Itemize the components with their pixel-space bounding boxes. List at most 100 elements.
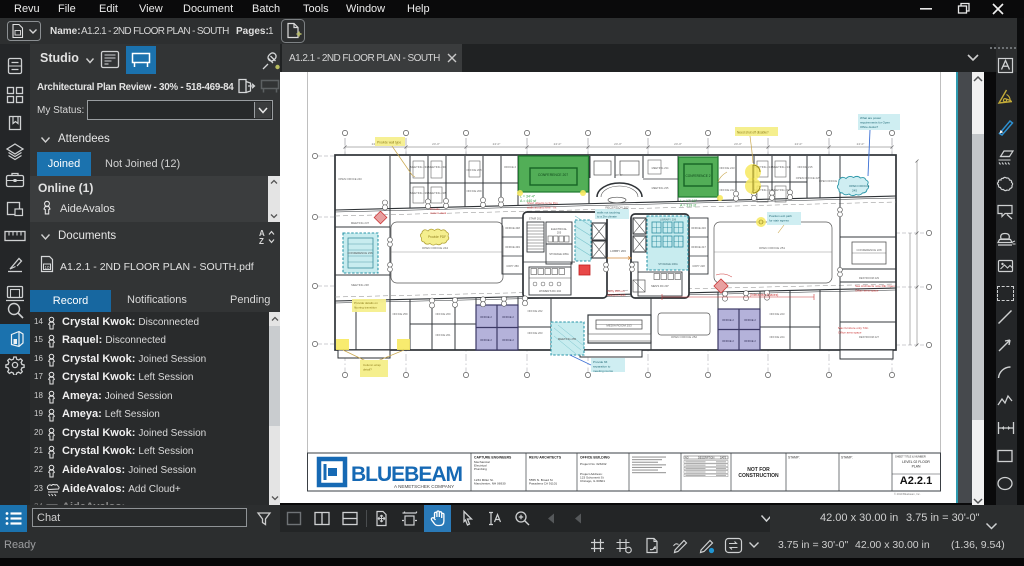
- svg-text:MEETING 235: MEETING 235: [652, 186, 669, 190]
- svg-text:MEETING 234: MEETING 234: [652, 166, 669, 170]
- svg-text:24'-0": 24'-0": [493, 142, 501, 146]
- svg-text:MEETING 230: MEETING 230: [428, 165, 446, 169]
- svg-text:24'-0": 24'-0": [857, 142, 865, 146]
- svg-text:10: 10: [45, 265, 51, 270]
- svg-text:MEETING 231: MEETING 231: [410, 165, 428, 169]
- svg-text:Need shut off disable?: Need shut off disable?: [737, 131, 769, 135]
- svg-text:A2.2.1: A2.2.1: [900, 475, 932, 487]
- svg-text:OFFICE 216: OFFICE 216: [691, 226, 706, 230]
- svg-text:OPEN OFFICE 251: OPEN OFFICE 251: [759, 246, 786, 250]
- svg-text:STAMP:: STAMP:: [788, 456, 800, 460]
- svg-text:OFFICE 2: OFFICE 2: [502, 315, 514, 319]
- svg-text:Pasadena CA 91101: Pasadena CA 91101: [529, 482, 557, 486]
- svg-text:Office area space: Office area space: [838, 331, 862, 335]
- svg-text:LIBRARY 209: LIBRARY 209: [660, 218, 677, 222]
- svg-text:What are power: What are power: [860, 116, 881, 120]
- svg-text:OFFICE 249: OFFICE 249: [505, 245, 520, 249]
- svg-text:COPY 250: COPY 250: [506, 264, 519, 268]
- svg-text:OFFICE 243: OFFICE 243: [719, 166, 735, 170]
- svg-text:OFFICE 248: OFFICE 248: [505, 226, 520, 230]
- svg-text:MEDIA ROOM 253: MEDIA ROOM 253: [606, 324, 632, 328]
- svg-text:separation to: separation to: [593, 365, 611, 369]
- svg-text:RESTROOM 227: RESTROOM 227: [859, 335, 880, 339]
- svg-text:DATE: DATE: [720, 457, 727, 460]
- svg-text:L = 34'-4": L = 34'-4": [520, 195, 536, 199]
- svg-text:OFFICE BUILDING: OFFICE BUILDING: [580, 456, 610, 460]
- svg-text:STAMP:: STAMP:: [841, 456, 853, 460]
- svg-text:OPEN OFFICE 240: OPEN OFFICE 240: [338, 177, 362, 181]
- svg-text:OFFICE 262: OFFICE 262: [527, 309, 543, 313]
- svg-text:24'-0": 24'-0": [795, 142, 803, 146]
- svg-text:L = 17'-10": L = 17'-10": [680, 199, 698, 203]
- svg-text:205: 205: [557, 231, 562, 235]
- svg-text:OPEN OFFICE: OPEN OFFICE: [849, 184, 869, 188]
- svg-text:OFFICE 2: OFFICE 2: [502, 338, 514, 342]
- svg-text:OFFICE 2: OFFICE 2: [744, 318, 756, 322]
- svg-text:OFFICE 261: OFFICE 261: [435, 333, 451, 337]
- svg-text:OFFICE 259: OFFICE 259: [392, 312, 408, 316]
- svg-text:MEN'S RC 207: MEN'S RC 207: [651, 284, 669, 288]
- svg-text:MEETING 229: MEETING 229: [410, 191, 428, 195]
- svg-text:STAIR 201: STAIR 201: [529, 217, 542, 221]
- svg-text:Column wrap: Column wrap: [363, 363, 381, 367]
- svg-text:OFFICE 2: OFFICE 2: [722, 318, 734, 322]
- svg-text:Position exit path: Position exit path: [769, 214, 792, 218]
- svg-text:for stair egress: for stair egress: [769, 219, 789, 223]
- svg-text:Max furniture only 72in: Max furniture only 72in: [838, 326, 869, 330]
- svg-text:requirements for Open: requirements for Open: [860, 121, 890, 125]
- svg-text:to a 2hr climate: to a 2hr climate: [597, 215, 617, 219]
- svg-text:OFFICE 2: OFFICE 2: [744, 339, 756, 343]
- svg-text:ELECTRICAL: ELECTRICAL: [551, 227, 568, 231]
- svg-text:Plumbing: Plumbing: [474, 467, 487, 471]
- svg-text:COPY 218: COPY 218: [692, 264, 705, 268]
- svg-text:MEETING 213: MEETING 213: [772, 165, 790, 169]
- svg-text:OPEN OFFICE: OPEN OFFICE: [819, 179, 837, 183]
- svg-text:Provide PDF: Provide PDF: [428, 235, 446, 239]
- svg-text:DESCRIPTION: DESCRIPTION: [698, 457, 715, 460]
- svg-text:Office desks?: Office desks?: [860, 125, 878, 129]
- svg-text:Project No: 323232: Project No: 323232: [580, 462, 607, 466]
- svg-text:RECEPTION 202: RECEPTION 202: [605, 206, 629, 210]
- svg-text:OFFICE 223: OFFICE 223: [769, 312, 785, 316]
- svg-text:STORAGE 205A: STORAGE 205A: [549, 252, 569, 256]
- svg-text:Z: Z: [259, 237, 264, 246]
- svg-text:MEETING 255: MEETING 255: [558, 337, 577, 341]
- svg-text:CONSTRUCTION: CONSTRUCTION: [738, 473, 779, 479]
- svg-text:OFFICE 217: OFFICE 217: [691, 245, 706, 249]
- svg-text:OPEN OFFICE 252: OPEN OFFICE 252: [671, 335, 698, 339]
- svg-text:PLAN: PLAN: [912, 465, 921, 469]
- svg-text:walls around here - fix: walls around here - fix: [527, 206, 557, 210]
- svg-text:meeting rooms: meeting rooms: [593, 369, 613, 373]
- svg-text:Short objects to be thin: Short objects to be thin: [527, 201, 558, 205]
- svg-text:OPEN OFFICE 244: OPEN OFFICE 244: [422, 246, 449, 250]
- svg-text:24'-0": 24'-0": [674, 142, 682, 146]
- svg-text:Provide wall type: Provide wall type: [377, 141, 401, 145]
- svg-text:Manchester, NH 06930: Manchester, NH 06930: [474, 482, 506, 486]
- svg-text:Provide 6ft: Provide 6ft: [593, 360, 608, 364]
- svg-text:OFFICE 263: OFFICE 263: [527, 331, 543, 335]
- svg-text:NO: NO: [685, 457, 689, 460]
- svg-text:24'-0": 24'-0": [614, 142, 622, 146]
- svg-text:CONFERENCE 228: CONFERENCE 228: [856, 248, 881, 252]
- svg-text:MEETING 228: MEETING 228: [428, 191, 446, 195]
- svg-text:OFFICE 209: OFFICE 209: [466, 189, 482, 193]
- svg-text:MEETING 237: MEETING 237: [351, 221, 370, 225]
- svg-text:CAPTURE ENGINEERS: CAPTURE ENGINEERS: [474, 456, 512, 460]
- svg-text:OFFICE 2: OFFICE 2: [722, 339, 734, 343]
- svg-text:OPEN OFFICE 225: OPEN OFFICE 225: [796, 176, 821, 180]
- svg-text:OFFICE 2: OFFICE 2: [504, 165, 517, 169]
- svg-text:See Architects note RE: Open: See Architects note RE: Open: [855, 284, 895, 288]
- svg-text:custom desk: custom desk: [430, 211, 447, 215]
- svg-text:24'-0": 24'-0": [554, 142, 562, 146]
- svg-text:STORAGE 206A: STORAGE 206A: [658, 262, 678, 266]
- svg-text:WOMEN'S RC 204: WOMEN'S RC 204: [539, 289, 562, 293]
- svg-text:OFFICE 2: OFFICE 2: [480, 338, 492, 342]
- svg-text:245: 245: [852, 189, 857, 193]
- svg-text:SHEET TITLE & NUMBER: SHEET TITLE & NUMBER: [895, 455, 926, 459]
- svg-text:OFFICE 208: OFFICE 208: [466, 168, 482, 172]
- svg-text:CONFERENCE 2: CONFERENCE 2: [686, 174, 711, 178]
- svg-text:OFFICE 215: OFFICE 215: [797, 165, 813, 169]
- svg-text:railing for ADA: railing for ADA: [607, 293, 626, 297]
- svg-text:(Interactive Spaces): (Interactive Spaces): [750, 293, 778, 297]
- svg-text:BLUEBEAM: BLUEBEAM: [351, 463, 463, 486]
